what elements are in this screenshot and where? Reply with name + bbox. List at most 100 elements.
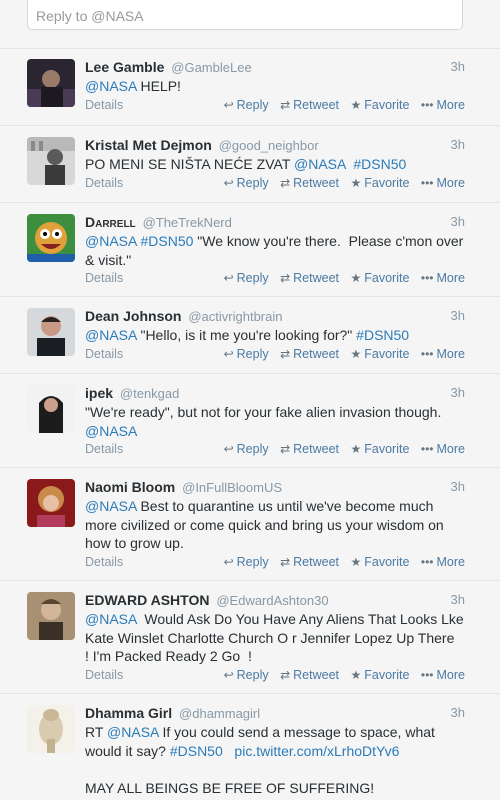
timestamp[interactable]: 3h	[451, 308, 465, 323]
retweet-button[interactable]: ⇄ Retweet	[280, 98, 339, 112]
favorite-button[interactable]: ★ Favorite	[351, 98, 410, 112]
more-button[interactable]: ••• More	[421, 176, 465, 190]
retweet-label: Retweet	[293, 98, 340, 112]
author-handle[interactable]: @TheTrekNerd	[143, 215, 232, 230]
reply-button[interactable]: ↩ Reply	[224, 668, 269, 682]
star-icon: ★	[350, 555, 362, 569]
author-handle[interactable]: @tenkgad	[120, 386, 179, 401]
avatar[interactable]	[27, 705, 75, 753]
timestamp[interactable]: 3h	[451, 705, 465, 720]
avatar[interactable]	[27, 592, 75, 640]
more-label: More	[436, 555, 465, 569]
timestamp[interactable]: 3h	[451, 59, 465, 74]
retweet-button[interactable]: ⇄ Retweet	[280, 271, 339, 285]
details-link[interactable]: Details	[85, 176, 123, 190]
author-handle[interactable]: @EdwardAshton30	[216, 593, 328, 608]
avatar[interactable]	[27, 214, 75, 262]
favorite-button[interactable]: ★ Favorite	[351, 271, 410, 285]
reply-button[interactable]: ↩ Reply	[224, 271, 269, 285]
favorite-button[interactable]: ★ Favorite	[351, 555, 410, 569]
more-button[interactable]: ••• More	[421, 98, 465, 112]
retweet-button[interactable]: ⇄ Retweet	[280, 347, 339, 361]
retweet-button[interactable]: ⇄ Retweet	[280, 176, 339, 190]
details-link[interactable]: Details	[85, 271, 123, 285]
author-name[interactable]: Dean Johnson	[85, 308, 181, 324]
retweet-label: Retweet	[293, 176, 340, 190]
tweet-actions: Details ↩ Reply ⇄ Retweet ★ Favorite ••• Mor…	[85, 442, 465, 460]
tweet-link[interactable]: @NASA	[294, 156, 346, 172]
tweet-text: @NASA Best to quarantine us until we've …	[85, 497, 465, 553]
avatar[interactable]	[27, 308, 75, 356]
retweet-button[interactable]: ⇄ Retweet	[280, 668, 339, 682]
ellipsis-icon: •••	[420, 442, 434, 456]
more-button[interactable]: ••• More	[421, 555, 465, 569]
favorite-button[interactable]: ★ Favorite	[351, 176, 410, 190]
tweet-text: @NASA #DSN50 "We know you're there. Plea…	[85, 232, 465, 269]
tweet-link[interactable]: @NASA	[85, 498, 137, 514]
reply-button[interactable]: ↩ Reply	[224, 347, 269, 361]
details-link[interactable]: Details	[85, 555, 123, 569]
tweet: Kristal Met Dejmon @good_neighbor 3h PO …	[0, 126, 500, 203]
author-handle[interactable]: @good_neighbor	[219, 138, 319, 153]
reply-button[interactable]: ↩ Reply	[224, 176, 269, 190]
details-link[interactable]: Details	[85, 668, 123, 682]
avatar[interactable]	[27, 137, 75, 185]
timestamp[interactable]: 3h	[451, 592, 465, 607]
details-link[interactable]: Details	[85, 347, 123, 361]
reply-label: Reply	[236, 347, 269, 361]
author-name[interactable]: EDWARD ASHTON	[85, 592, 209, 608]
author-handle[interactable]: @InFullBloomUS	[182, 480, 282, 495]
details-link[interactable]: Details	[85, 98, 123, 112]
author-name[interactable]: ipek	[85, 385, 113, 401]
tweet-link[interactable]: @NASA	[85, 327, 137, 343]
tweet-actions: Details ↩ Reply ⇄ Retweet ★ Favorite ••• Mor…	[85, 176, 465, 194]
favorite-label: Favorite	[364, 98, 410, 112]
tweet-link[interactable]: @NASA	[85, 611, 137, 627]
reply-input[interactable]: Reply to @NASA	[27, 0, 463, 30]
more-button[interactable]: ••• More	[421, 668, 465, 682]
timestamp[interactable]: 3h	[451, 479, 465, 494]
retweet-button[interactable]: ⇄ Retweet	[280, 442, 339, 456]
more-label: More	[436, 442, 465, 456]
avatar[interactable]	[27, 479, 75, 527]
reply-button[interactable]: ↩ Reply	[224, 442, 269, 456]
author-name[interactable]: Darrell	[85, 214, 136, 230]
tweet-header: Dhamma Girl @dhammagirl 3h	[85, 705, 465, 723]
timestamp[interactable]: 3h	[451, 214, 465, 229]
tweet-link[interactable]: @NASA	[85, 233, 137, 249]
reply-button[interactable]: ↩ Reply	[224, 555, 269, 569]
timestamp[interactable]: 3h	[451, 137, 465, 152]
more-label: More	[436, 271, 465, 285]
author-name[interactable]: Lee Gamble	[85, 59, 164, 75]
details-link[interactable]: Details	[85, 442, 123, 456]
author-name[interactable]: Naomi Bloom	[85, 479, 175, 495]
more-button[interactable]: ••• More	[421, 442, 465, 456]
tweet-link[interactable]: @NASA	[107, 724, 159, 740]
favorite-button[interactable]: ★ Favorite	[351, 668, 410, 682]
tweet-link[interactable]: #DSN50	[170, 743, 223, 759]
retweet-button[interactable]: ⇄ Retweet	[280, 555, 339, 569]
more-button[interactable]: ••• More	[421, 347, 465, 361]
avatar[interactable]	[27, 385, 75, 433]
more-button[interactable]: ••• More	[421, 271, 465, 285]
favorite-label: Favorite	[364, 442, 410, 456]
tweet-link[interactable]: @NASA	[85, 78, 137, 94]
author-handle[interactable]: @activrightbrain	[188, 309, 282, 324]
tweet-link[interactable]: #DSN50	[356, 327, 409, 343]
avatar[interactable]	[27, 59, 75, 107]
tweet-header: Naomi Bloom @InFullBloomUS 3h	[85, 479, 465, 497]
timestamp[interactable]: 3h	[451, 385, 465, 400]
author-name[interactable]: Dhamma Girl	[85, 705, 172, 721]
author-name[interactable]: Kristal Met Dejmon	[85, 137, 212, 153]
reply-button[interactable]: ↩ Reply	[224, 98, 269, 112]
author-handle[interactable]: @GambleLee	[171, 60, 251, 75]
favorite-button[interactable]: ★ Favorite	[351, 442, 410, 456]
favorite-button[interactable]: ★ Favorite	[351, 347, 410, 361]
tweet-text: "We're ready", but not for your fake ali…	[85, 403, 465, 440]
tweet-link[interactable]: #DSN50	[353, 156, 406, 172]
tweet-link[interactable]: pic.twitter.com/xLrhoDtYv6	[234, 743, 399, 759]
author-handle[interactable]: @dhammagirl	[179, 706, 260, 721]
tweet-header: Lee Gamble @GambleLee 3h	[85, 59, 465, 77]
tweet-link[interactable]: #DSN50	[140, 233, 193, 249]
tweet-link[interactable]: @NASA	[85, 423, 137, 439]
